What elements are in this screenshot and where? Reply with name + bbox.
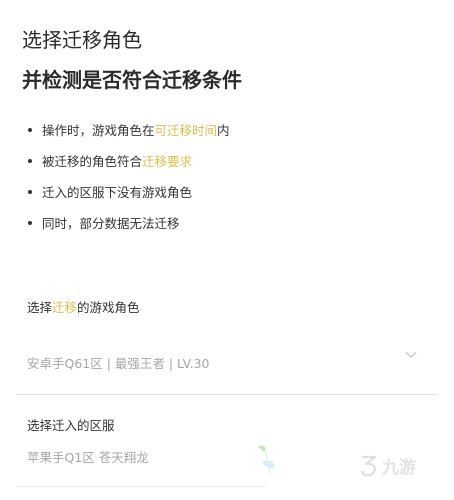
rule-text: 操作时，游戏角色在: [42, 123, 155, 138]
rule-text: 迁入的区服下没有游戏角色: [42, 185, 193, 200]
server-select-underline: [16, 486, 266, 487]
page-title: 选择迁移角色: [22, 28, 142, 52]
rule-text: 同时，部分数据无法迁移: [42, 216, 180, 231]
rule-highlight: 可迁移时间: [154, 123, 218, 138]
bullet-icon: [28, 158, 32, 163]
role-label-text: 选择: [27, 300, 53, 315]
bullet-icon: [28, 127, 32, 132]
bullet-icon: [28, 189, 32, 194]
watermark-text: 九游: [382, 457, 416, 478]
role-select-value: 安卓手Q61区 | 最强王者 | LV.30: [27, 355, 210, 371]
bullet-icon: [28, 220, 32, 225]
server-select-label: 选择迁入的区服: [27, 418, 115, 433]
server-select-value[interactable]: 苹果手Q1区 苍天翔龙: [27, 447, 149, 466]
role-select-label: 选择迁移的游戏角色: [27, 297, 140, 316]
rule-item: 同时，部分数据无法迁移: [24, 207, 434, 238]
watermark: 九游: [358, 452, 416, 478]
rule-item: 被迁移的角色符合 迁移要求: [24, 145, 434, 176]
rules-list: 操作时，游戏角色在 可迁移时间内 被迁移的角色符合 迁移要求 迁入的区服下没有游戏角…: [24, 114, 434, 238]
leaf-icon: [258, 445, 275, 475]
chevron-down-icon[interactable]: [405, 351, 417, 359]
rule-text: 被迁移的角色符合: [42, 154, 143, 169]
role-label-highlight: 迁移: [52, 300, 78, 315]
rule-item: 迁入的区服下没有游戏角色: [24, 176, 434, 207]
page-subtitle: 并检测是否符合迁移条件: [22, 68, 242, 92]
rule-highlight: 迁移要求: [142, 154, 193, 169]
role-select[interactable]: 安卓手Q61区 | 最强王者 | LV.30: [27, 342, 427, 382]
role-label-text-end: 的游戏角色: [77, 300, 140, 315]
jiuyou-logo-icon: [360, 455, 377, 477]
rule-item: 操作时，游戏角色在 可迁移时间内: [24, 114, 434, 145]
divider: [16, 394, 438, 395]
rule-text-end: 内: [217, 123, 230, 138]
